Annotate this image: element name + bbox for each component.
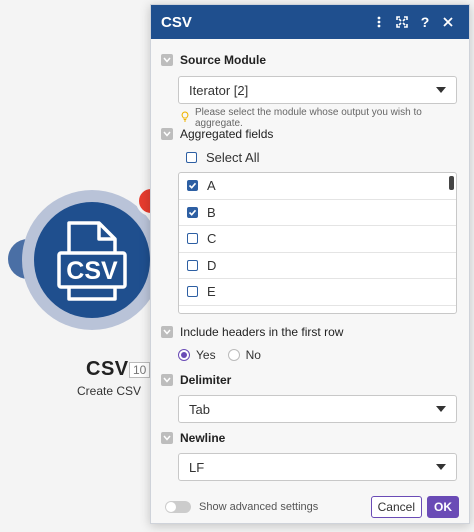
- advanced-settings-label: Show advanced settings: [199, 501, 319, 513]
- field-list-item[interactable]: F: [179, 306, 456, 313]
- checkbox-unchecked-icon[interactable]: [186, 151, 197, 163]
- checkbox-unchecked-icon[interactable]: [187, 233, 198, 245]
- module-id-badge: 10: [129, 362, 151, 378]
- csv-file-icon: CSV: [53, 215, 133, 310]
- source-module-section: Source Module Iterator [2] Please select…: [161, 51, 457, 129]
- field-label: D: [207, 257, 217, 273]
- aggregated-fields-section: Aggregated fields Select All ABCDE F: [161, 125, 457, 314]
- advanced-settings-toggle[interactable]: [165, 501, 191, 513]
- lightbulb-icon: [181, 111, 189, 125]
- select-all-label: Select All: [206, 149, 260, 165]
- collapse-chevron-icon[interactable]: [161, 54, 173, 66]
- dialog-title: CSV: [161, 13, 192, 31]
- radio-unselected-icon[interactable]: [227, 349, 240, 361]
- aggregated-fields-label: Aggregated fields: [180, 127, 274, 141]
- expand-icon[interactable]: [391, 16, 413, 28]
- checkbox-unchecked-icon[interactable]: [187, 286, 198, 298]
- fields-list[interactable]: ABCDE F: [178, 172, 457, 314]
- radio-no[interactable]: No: [227, 348, 261, 362]
- dropdown-caret-icon: [436, 87, 446, 93]
- csv-icon-text: CSV: [66, 257, 118, 285]
- newline-label: Newline: [180, 431, 226, 445]
- collapse-chevron-icon[interactable]: [161, 432, 173, 444]
- dialog-footer: Show advanced settings Cancel OK: [151, 491, 469, 523]
- ok-button[interactable]: OK: [427, 496, 459, 518]
- source-module-label: Source Module: [180, 53, 267, 67]
- list-scrollbar[interactable]: [449, 176, 454, 190]
- radio-selected-icon[interactable]: [178, 349, 190, 361]
- field-label: A: [207, 178, 216, 194]
- field-list-item[interactable]: A: [179, 173, 456, 200]
- select-all-checkbox[interactable]: Select All: [186, 148, 457, 166]
- field-list-item[interactable]: B: [179, 200, 456, 226]
- include-headers-label: Include headers in the first row: [180, 325, 344, 339]
- include-headers-section: Include headers in the first row Yes No: [161, 323, 457, 364]
- more-vertical-icon[interactable]: [368, 16, 390, 28]
- radio-no-label: No: [245, 348, 261, 362]
- delimiter-select[interactable]: Tab: [178, 395, 457, 423]
- delimiter-value: Tab: [189, 401, 210, 417]
- source-module-select[interactable]: Iterator [2]: [178, 76, 457, 104]
- module-subtitle: Create CSV: [77, 384, 142, 398]
- newline-section: Newline LF: [161, 429, 457, 481]
- field-label: B: [207, 204, 216, 220]
- module-settings-dialog: CSV ? Source Module Iterator [2] Please …: [150, 4, 470, 524]
- include-headers-radio-group: Yes No: [178, 346, 457, 364]
- collapse-chevron-icon[interactable]: [161, 128, 173, 140]
- collapse-chevron-icon[interactable]: [161, 326, 173, 338]
- field-label: C: [207, 231, 217, 247]
- checkbox-unchecked-icon[interactable]: [187, 312, 198, 313]
- dropdown-caret-icon: [436, 406, 446, 412]
- radio-yes[interactable]: Yes: [178, 348, 216, 362]
- delimiter-section: Delimiter Tab: [161, 371, 457, 423]
- close-icon[interactable]: [437, 17, 459, 27]
- field-label: E: [207, 284, 216, 300]
- field-list-item[interactable]: D: [179, 253, 456, 279]
- module-title: CSV: [86, 358, 129, 380]
- checkbox-checked-icon[interactable]: [187, 206, 198, 218]
- delimiter-label: Delimiter: [180, 373, 232, 387]
- dropdown-caret-icon: [436, 464, 446, 470]
- checkbox-checked-icon[interactable]: [187, 180, 198, 192]
- field-list-item[interactable]: C: [179, 226, 456, 253]
- newline-value: LF: [189, 459, 205, 475]
- field-label: F: [207, 311, 215, 313]
- help-icon[interactable]: ?: [414, 14, 436, 30]
- collapse-chevron-icon[interactable]: [161, 374, 173, 386]
- source-module-value: Iterator [2]: [189, 82, 249, 98]
- dialog-header: CSV ?: [151, 5, 469, 39]
- cancel-button[interactable]: Cancel: [370, 496, 422, 518]
- radio-yes-label: Yes: [196, 348, 216, 362]
- newline-select[interactable]: LF: [178, 453, 457, 481]
- checkbox-unchecked-icon[interactable]: [187, 259, 198, 271]
- field-list-item[interactable]: E: [179, 279, 456, 306]
